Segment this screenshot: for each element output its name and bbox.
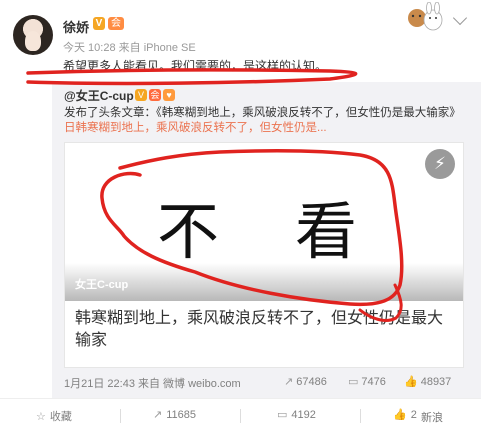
- divider: [240, 409, 241, 423]
- divider: [360, 409, 361, 423]
- member-badge: 会: [149, 89, 161, 101]
- comment-count: 4192: [291, 409, 316, 421]
- cover-char-2: 看: [295, 195, 358, 268]
- bear-sticker-icon: [408, 2, 443, 31]
- post-header: 徐娇 V 会 今天 10:28 来自 iPhone SE 希望更多人能看见。我们…: [0, 0, 481, 82]
- chevron-down-icon[interactable]: [452, 10, 468, 26]
- repost-box: @女王C-cup V 会 ♥ 发布了头条文章：《韩寒糊到地上，乘风破浪反转不了，…: [52, 82, 481, 398]
- action-bar: ☆ 收藏 ↗ 11685 ▭ 4192 👍 2: [0, 398, 481, 433]
- cover-source: 女王C-cup: [75, 279, 129, 291]
- article-cover: 不 看 女王C-cup ⚡: [65, 143, 463, 301]
- like-count: 2: [410, 409, 417, 421]
- heart-badge-icon: ♥: [163, 89, 175, 101]
- verified-badge: V: [135, 89, 147, 101]
- favorite-button[interactable]: ☆ 收藏: [36, 408, 72, 424]
- verified-badge: V: [93, 17, 105, 30]
- original-author[interactable]: @女王C-cup: [64, 87, 134, 104]
- comment-icon: ▭: [348, 376, 359, 388]
- post-text: 希望更多人能看见。我们需要的，是这样的认知。: [63, 59, 328, 73]
- original-text: 发布了头条文章：《韩寒糊到地上，乘风破浪反转不了，但女性仍是最大输家》 日韩寒糊…: [64, 106, 464, 136]
- cover-char-1: 不: [157, 195, 220, 268]
- author-name[interactable]: 徐娇: [63, 17, 89, 36]
- comment-button[interactable]: ▭ 4192: [277, 408, 316, 421]
- original-comments-count: 7476: [361, 376, 386, 388]
- repost-count: 11685: [166, 409, 196, 421]
- original-date: 1月21日 22:43 来自 微博 weibo.com: [64, 378, 241, 390]
- like-icon: 👍: [393, 409, 407, 421]
- original-comments[interactable]: ▭ 7476: [348, 375, 386, 388]
- lightning-icon: ⚡: [425, 149, 455, 179]
- post-meta: 今天 10:28 来自 iPhone SE: [63, 42, 196, 54]
- repost-button[interactable]: ↗ 11685: [153, 408, 196, 421]
- original-likes[interactable]: 👍 48937: [404, 375, 451, 388]
- like-button[interactable]: 👍 2: [393, 408, 417, 421]
- original-reposts-count: 67486: [296, 376, 327, 388]
- like-icon: 👍: [404, 376, 418, 388]
- article-card[interactable]: 不 看 女王C-cup ⚡ 韩寒糊到地上，乘风破浪反转不了，但女性仍是最大输家: [64, 142, 464, 368]
- repost-icon: ↗: [153, 409, 163, 421]
- member-badge: 会: [108, 17, 124, 30]
- comment-icon: ▭: [277, 409, 288, 421]
- article-link[interactable]: 日韩寒糊到地上，乘风破浪反转不了，但女性仍是...: [64, 122, 327, 134]
- star-icon: ☆: [36, 411, 46, 423]
- avatar[interactable]: [13, 15, 53, 55]
- article-title[interactable]: 韩寒糊到地上，乘风破浪反转不了，但女性仍是最大输家: [75, 308, 455, 352]
- original-reposts[interactable]: ↗ 67486: [284, 375, 327, 388]
- repost-icon: ↗: [284, 376, 294, 388]
- sina-watermark: 新浪: [421, 412, 443, 424]
- original-text-prefix: 发布了头条文章：《韩寒糊到地上，乘风破浪反转不了，但女性仍是最大输家》: [64, 107, 461, 119]
- original-likes-count: 48937: [420, 376, 452, 388]
- divider: [120, 409, 121, 423]
- favorite-label: 收藏: [49, 411, 72, 423]
